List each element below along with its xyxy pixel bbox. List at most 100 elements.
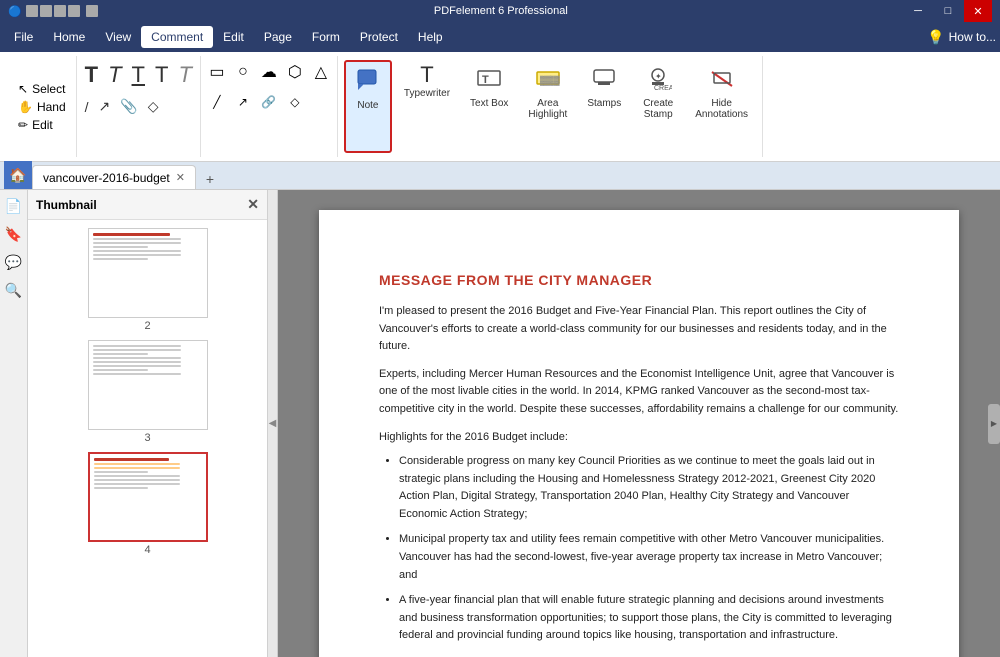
document-tab-label: vancouver-2016-budget [43, 171, 170, 185]
shapes-group: ▭ ○ ☁ ⬡ △ ╱ ↗ 🔗 ◇ [201, 56, 338, 157]
typewriter-button[interactable]: T Typewriter [396, 60, 458, 153]
menu-view[interactable]: View [95, 26, 141, 48]
expand-arrow-icon: ▶ [991, 419, 997, 428]
hand-icon: ✋ [18, 100, 33, 114]
pdf-highlights-label: Highlights for the 2016 Budget include: [379, 429, 899, 446]
menu-page[interactable]: Page [254, 26, 302, 48]
hide-annotations-label: HideAnnotations [695, 98, 748, 120]
thumb-line [93, 349, 181, 351]
thumbnail-page-3[interactable]: 3 [88, 340, 208, 444]
select-tool[interactable]: ↖ Select [16, 81, 68, 97]
app-icon: 🔵 [8, 5, 22, 18]
svg-text:▓▓▓: ▓▓▓ [540, 75, 560, 86]
thumbnails-icon[interactable]: 📄 [2, 194, 26, 218]
note-label: Note [357, 100, 378, 111]
pdf-bullet-2: Municipal property tax and utility fees … [399, 531, 899, 584]
thumb-page-2-image [88, 228, 208, 318]
search-sidebar-icon[interactable]: 🔍 [2, 278, 26, 302]
close-button[interactable]: ✕ [964, 0, 992, 22]
text-box-button[interactable]: T Text Box [462, 60, 516, 153]
thumb-line [94, 467, 180, 469]
cursor-icon: ↖ [18, 82, 28, 96]
stamps-label: Stamps [587, 98, 621, 109]
pdf-bullet-3: A five-year financial plan that will ena… [399, 592, 899, 645]
thumb-line [93, 246, 148, 248]
thumbnail-page-2[interactable]: 2 [88, 228, 208, 332]
menu-bar: File Home View Comment Edit Page Form Pr… [0, 22, 1000, 52]
menu-home[interactable]: Home [43, 26, 95, 48]
typewriter-icon: T [420, 64, 433, 86]
note-button[interactable]: Note [344, 60, 392, 153]
pdf-viewer[interactable]: MESSAGE FROM THE CITY MANAGER I'm please… [278, 190, 1000, 657]
text-tool-1[interactable]: T [81, 60, 102, 90]
how-to-label[interactable]: How to... [949, 30, 996, 44]
thumb-line [94, 483, 180, 485]
highlight-eraser[interactable]: ◇ [144, 96, 163, 117]
sidebar: Thumbnail ✕ 2 [28, 190, 268, 657]
draw-tool[interactable]: / [81, 97, 93, 117]
cloud-shape[interactable]: ☁ [257, 60, 281, 84]
triangle-shape[interactable]: △ [309, 60, 333, 84]
bookmarks-icon[interactable]: 🔖 [2, 222, 26, 246]
thumb-line [94, 475, 180, 477]
thumbnail-area: 2 3 [28, 220, 267, 657]
document-tab[interactable]: vancouver-2016-budget ✕ [32, 165, 196, 189]
thumb-page-3-image [88, 340, 208, 430]
pdf-page: MESSAGE FROM THE CITY MANAGER I'm please… [319, 210, 959, 657]
menu-form[interactable]: Form [302, 26, 350, 48]
text-box-icon: T [475, 64, 503, 96]
tab-close-button[interactable]: ✕ [176, 171, 185, 184]
thumb-line [93, 233, 170, 236]
area-highlight-label: AreaHighlight [528, 98, 567, 120]
stamps-button[interactable]: Stamps [579, 60, 629, 153]
hide-annotations-button[interactable]: HideAnnotations [687, 60, 756, 153]
menu-protect[interactable]: Protect [350, 26, 408, 48]
edit-tool[interactable]: ✏ Edit [16, 117, 68, 133]
new-tab-button[interactable]: + [198, 169, 222, 189]
thumb-line [94, 463, 180, 465]
rectangle-shape[interactable]: ▭ [205, 60, 229, 84]
minimize-button[interactable]: ─ [904, 0, 932, 22]
create-stamp-button[interactable]: ✦ CREATE CreateStamp [633, 60, 683, 153]
thumb-line [93, 250, 181, 252]
thumb-line [93, 373, 181, 375]
thumb-line [94, 458, 170, 461]
home-tab-button[interactable]: 🏠 [4, 161, 32, 189]
line-tool[interactable]: ╱ [205, 90, 229, 114]
sidebar-close-button[interactable]: ✕ [247, 196, 259, 213]
text-tool-5[interactable]: T [174, 60, 195, 90]
thumb-line [94, 471, 148, 473]
diamond-shape[interactable]: ◇ [283, 90, 307, 114]
menu-comment[interactable]: Comment [141, 26, 213, 48]
thumbnail-page-4[interactable]: 4 [88, 452, 208, 556]
menu-edit[interactable]: Edit [213, 26, 254, 48]
svg-text:T: T [482, 74, 489, 86]
thumb-num-3: 3 [144, 432, 150, 444]
title-bar: 🔵 PDFelement 6 Professional ─ □ ✕ [0, 0, 1000, 22]
thumb-lines-2 [89, 229, 207, 317]
polygon-shape[interactable]: ⬡ [283, 60, 307, 84]
area-highlight-button[interactable]: ▓▓▓ AreaHighlight [520, 60, 575, 153]
arrow-tool[interactable]: ↗ [95, 96, 115, 117]
menu-help[interactable]: Help [408, 26, 453, 48]
attach-tool[interactable]: 📎 [116, 96, 141, 117]
arrow-shape[interactable]: ↗ [231, 90, 255, 114]
window-controls[interactable]: ─ □ ✕ [904, 0, 992, 22]
menu-file[interactable]: File [4, 26, 43, 48]
hand-tool[interactable]: ✋ Hand [16, 99, 68, 115]
comments-icon[interactable]: 💬 [2, 250, 26, 274]
restore-button[interactable]: □ [934, 0, 962, 22]
help-section: 💡 How to... [927, 29, 996, 46]
text-tool-4[interactable]: T [151, 60, 172, 90]
shapes-row1: ▭ ○ ☁ ⬡ △ [205, 56, 333, 86]
viewer-expand-handle[interactable]: ▶ [988, 404, 1000, 444]
text-tool-3[interactable]: T [128, 60, 149, 90]
thumb-line [93, 369, 148, 371]
oval-shape[interactable]: ○ [231, 60, 255, 84]
connect-tool[interactable]: 🔗 [257, 90, 281, 114]
title-bar-left: 🔵 [8, 5, 98, 18]
thumb-line [94, 487, 148, 489]
sidebar-collapse-handle[interactable]: ◀ [268, 190, 278, 657]
text-tool-2[interactable]: T [104, 60, 125, 90]
thumb-line [93, 242, 181, 244]
